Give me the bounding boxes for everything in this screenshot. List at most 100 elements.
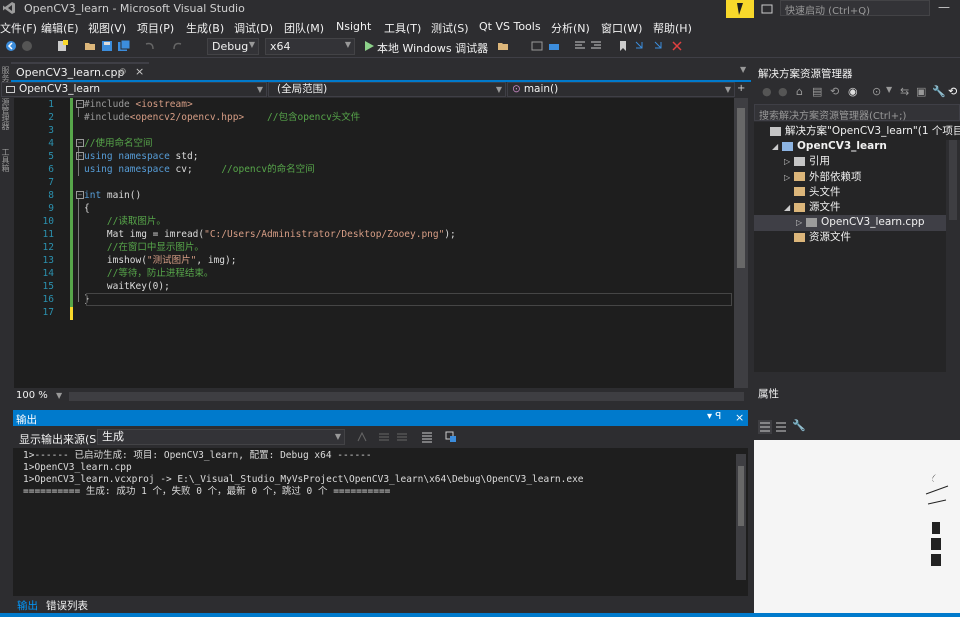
sync-icon[interactable]: ◉ [848, 85, 858, 98]
open-file-icon[interactable] [84, 40, 96, 52]
menu-tools[interactable]: 工具(T) [384, 20, 421, 36]
menu-team[interactable]: 团队(M) [284, 20, 324, 36]
server-explorer-tab[interactable]: 服务器资源管理器 [0, 66, 11, 130]
start-debugging-icon[interactable] [363, 40, 375, 52]
step-icon[interactable] [531, 40, 543, 52]
menu-edit[interactable]: 编辑(E) [41, 20, 79, 36]
tree-node[interactable]: ▷ 外部依赖项 [784, 170, 862, 185]
menu-qt-vs-tools[interactable]: Qt VS Tools [479, 20, 541, 33]
tree-node[interactable]: 解决方案"OpenCV3_learn"(1 个项目) [760, 124, 960, 139]
menu-help[interactable]: 帮助(H) [653, 20, 692, 36]
scope-dropdown[interactable]: (全局范围) ▼ [268, 82, 506, 97]
close-panel-button[interactable]: × [735, 411, 744, 424]
prev-message-icon[interactable] [378, 431, 390, 443]
tree-node[interactable]: ▷ OpenCV3_learn.cpp [796, 215, 925, 230]
output-source-dropdown[interactable]: 生成 ▼ [97, 429, 345, 445]
quick-launch-input[interactable]: 快速启动 (Ctrl+Q) [780, 0, 930, 17]
output-vertical-scrollbar[interactable] [736, 454, 746, 580]
undo-icon[interactable] [143, 40, 155, 52]
tree-node[interactable]: ◢ 源文件 [784, 200, 841, 215]
pin-icon[interactable]: ⊕ [119, 67, 127, 77]
member-dropdown[interactable]: ⊙ main() ▼ [507, 82, 735, 97]
split-editor-icon[interactable]: + [737, 83, 745, 94]
save-icon[interactable] [101, 40, 113, 52]
collapse-icon[interactable]: − [76, 100, 84, 108]
bookmark-prev-icon[interactable] [634, 40, 646, 52]
expander-icon[interactable]: ▷ [784, 170, 794, 185]
solution-vertical-scrollbar[interactable] [946, 140, 960, 380]
tab-output[interactable]: 输出 [17, 598, 38, 613]
close-tab-button[interactable]: × [135, 65, 144, 78]
editor-vertical-scrollbar[interactable] [734, 98, 748, 388]
new-project-icon[interactable] [56, 40, 68, 52]
menu-window[interactable]: 窗口(W) [601, 20, 642, 36]
word-wrap-icon[interactable] [445, 431, 457, 443]
menu-analyze[interactable]: 分析(N) [551, 20, 590, 36]
chevron-down-icon[interactable]: ▼ [56, 391, 62, 400]
collapse-icon[interactable]: − [76, 139, 84, 147]
back-icon[interactable] [5, 40, 17, 52]
collapse-icon[interactable]: − [76, 191, 84, 199]
align-right-icon[interactable] [590, 40, 602, 52]
collapse-icon[interactable]: − [76, 152, 84, 160]
alphabetical-icon[interactable] [774, 420, 788, 434]
solution-search-input[interactable]: 搜索解决方案资源管理器(Ctrl+;) [754, 104, 960, 122]
collapse-all-icon[interactable]: ⇆ [900, 85, 909, 98]
bookmark-clear-icon[interactable] [671, 40, 683, 52]
expander-icon[interactable]: ◢ [772, 139, 782, 154]
toolbox-tab[interactable]: 工具箱 [0, 148, 11, 172]
forward-icon[interactable] [21, 40, 33, 52]
chevron-down-icon[interactable]: ▼ [479, 42, 485, 51]
start-debugging-button[interactable]: 本地 Windows 调试器 [377, 40, 488, 56]
minimize-button[interactable]: — [938, 0, 950, 14]
output-text-area[interactable]: 1>------ 已启动生成: 项目: OpenCV3_learn, 配置: D… [13, 448, 748, 596]
scrollbar-thumb[interactable] [737, 108, 745, 268]
platform-dropdown[interactable]: x64 ▼ [265, 38, 355, 55]
code-editor[interactable]: 1 2 3 4 5 6 7 8 9 10 11 12 13 14 15 16 17 − − − − #inclu… [14, 98, 734, 388]
menu-debug[interactable]: 调试(D) [234, 20, 273, 36]
feedback-icon[interactable] [760, 2, 774, 16]
properties-icon[interactable]: 🔧 [932, 85, 946, 98]
tree-node[interactable]: ▷ 引用 [784, 154, 830, 169]
chevron-down-icon[interactable]: ▼ [886, 85, 892, 94]
step-over-icon[interactable] [548, 40, 560, 52]
menu-project[interactable]: 项目(P) [137, 20, 174, 36]
menu-view[interactable]: 视图(V) [88, 20, 126, 36]
save-all-icon[interactable] [118, 40, 130, 52]
tab-overflow-icon[interactable]: ▼ [740, 65, 746, 74]
back-icon[interactable]: ● [762, 85, 772, 98]
expander-icon[interactable]: ▷ [784, 154, 794, 169]
align-left-icon[interactable] [574, 40, 586, 52]
tab-opencv3-learn-cpp[interactable]: OpenCV3_learn.cpp ⊕ × [11, 62, 149, 80]
expander-icon[interactable]: ◢ [784, 200, 794, 215]
menu-build[interactable]: 生成(B) [186, 20, 224, 36]
switch-views-icon[interactable]: ▤ [812, 85, 822, 98]
expander-icon[interactable]: ▷ [796, 215, 806, 230]
clear-all-icon[interactable] [421, 431, 433, 443]
project-dropdown[interactable]: OpenCV3_learn ▼ [1, 82, 267, 97]
pending-changes-icon[interactable]: ⟲ [830, 85, 839, 98]
menu-file[interactable]: 文件(F) [0, 20, 37, 36]
zoom-level[interactable]: 100 % [16, 390, 48, 401]
bookmark-icon[interactable] [617, 40, 629, 52]
configuration-dropdown[interactable]: Debug ▼ [207, 38, 259, 55]
bookmark-next-icon[interactable] [653, 40, 665, 52]
menu-nsight[interactable]: Nsight [336, 20, 371, 33]
menu-test[interactable]: 测试(S) [431, 20, 469, 36]
tree-node[interactable]: 头文件 [784, 185, 841, 200]
home-icon[interactable]: ⌂ [796, 85, 803, 98]
property-pages-icon[interactable]: 🔧 [792, 419, 806, 432]
categorized-icon[interactable] [758, 420, 772, 434]
more-icon[interactable]: ⟲ [948, 85, 957, 98]
tree-node[interactable]: ◢ OpenCV3_learn [772, 139, 887, 154]
editor-horizontal-scrollbar[interactable] [69, 392, 744, 401]
tree-node[interactable]: 资源文件 [784, 230, 851, 245]
forward-icon[interactable]: ● [778, 85, 788, 98]
notification-flag-icon[interactable] [726, 0, 754, 18]
find-message-icon[interactable] [356, 431, 368, 443]
scrollbar-thumb[interactable] [949, 140, 957, 220]
history-icon[interactable]: ⊙ [872, 85, 881, 98]
scrollbar-thumb[interactable] [738, 466, 744, 526]
redo-icon[interactable] [172, 40, 184, 52]
tab-error-list[interactable]: 错误列表 [46, 598, 88, 613]
